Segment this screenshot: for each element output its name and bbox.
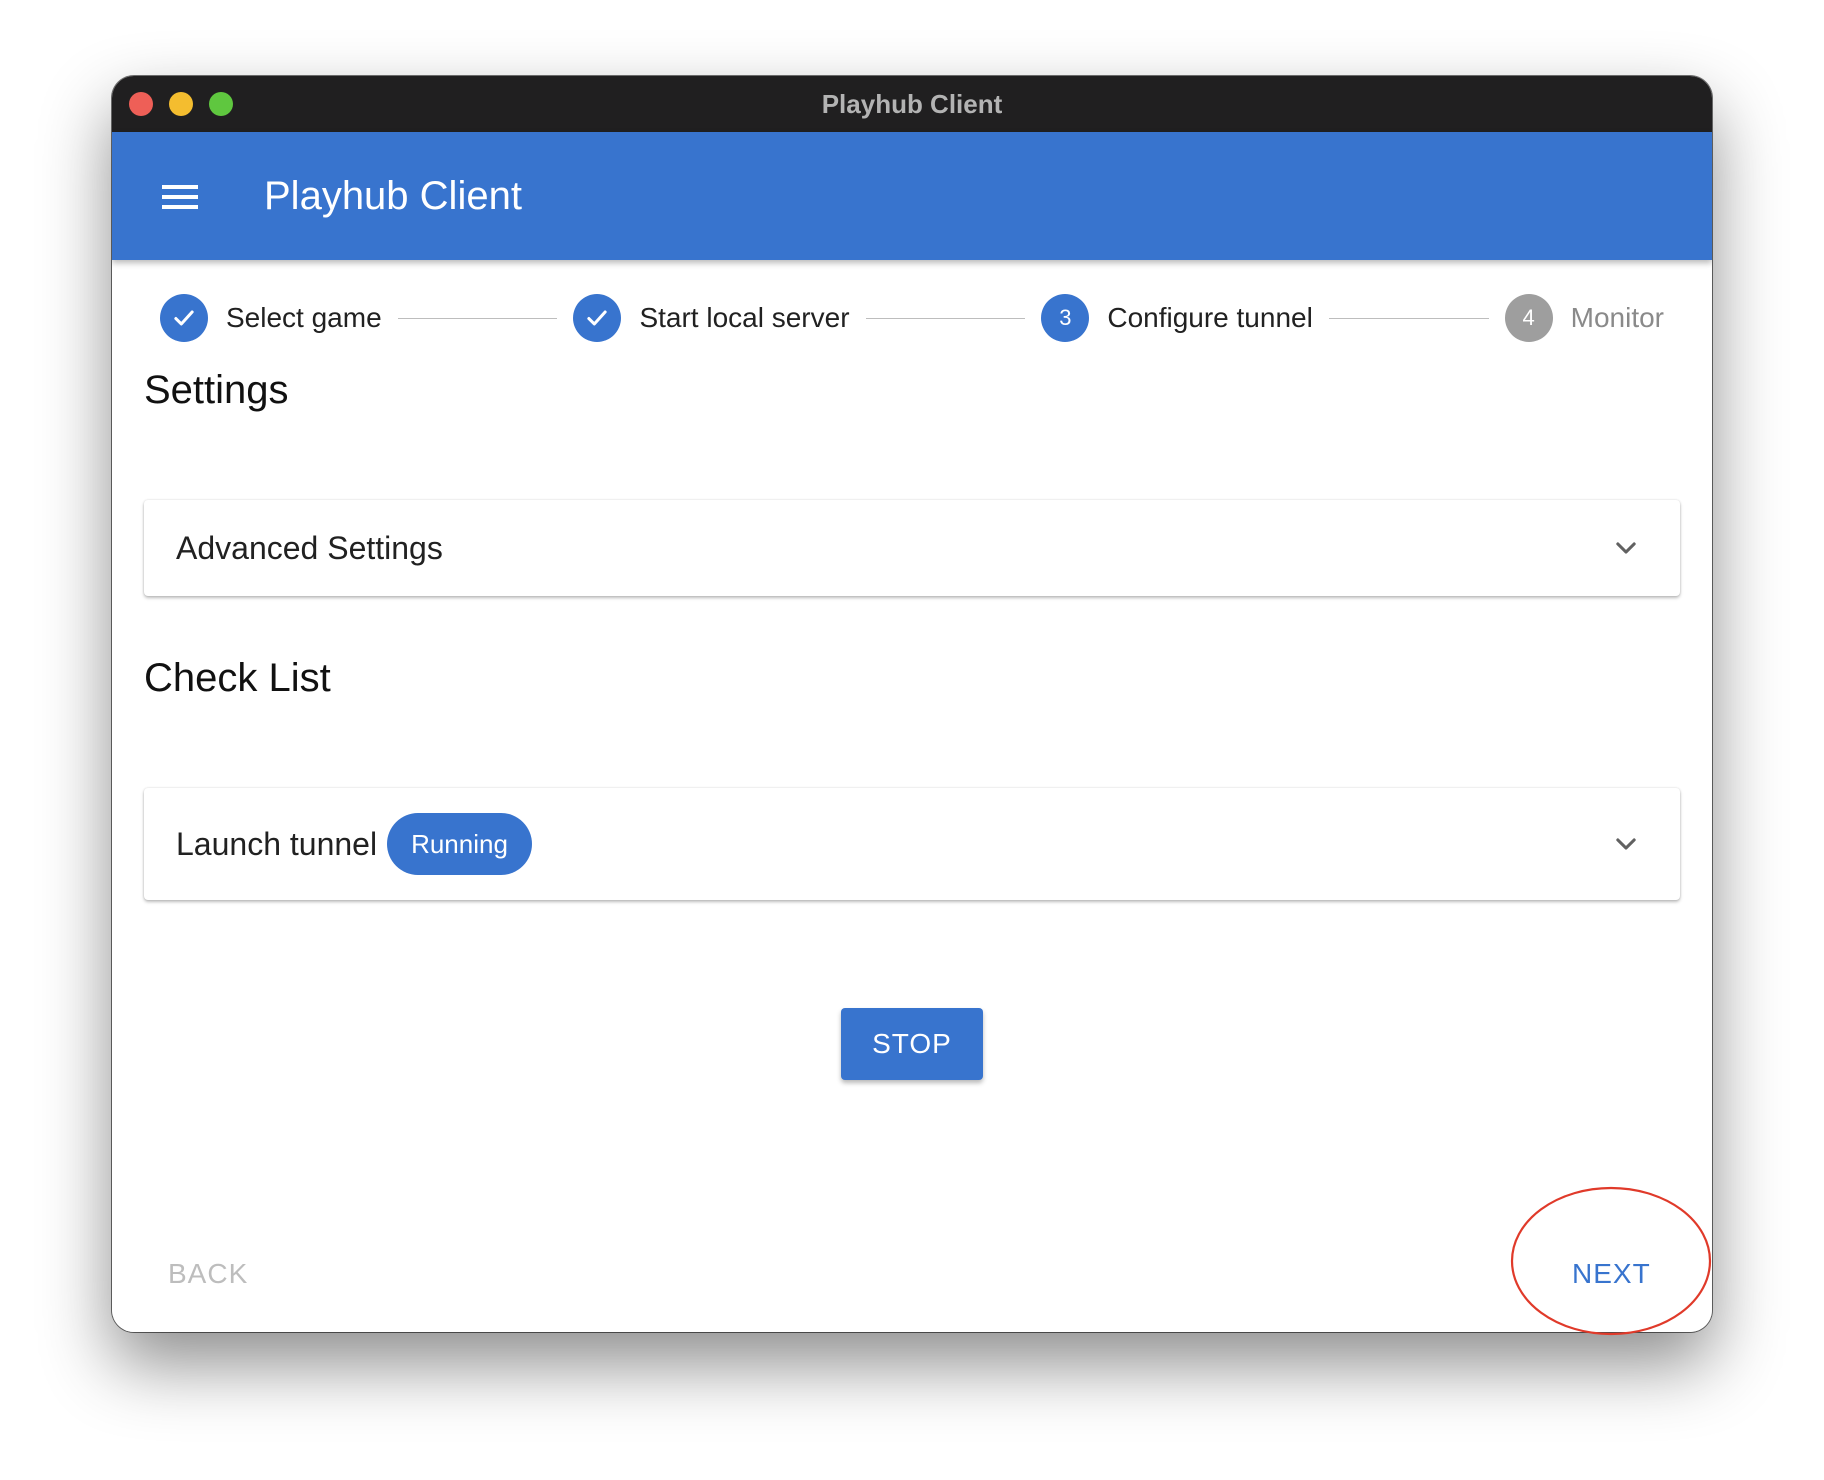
launch-tunnel-panel[interactable]: Launch tunnel Running	[144, 788, 1680, 900]
step-label: Select game	[226, 302, 382, 333]
check-icon	[573, 294, 622, 342]
step-configure-tunnel[interactable]: 3 Configure tunnel	[1041, 294, 1328, 342]
launch-tunnel-label: Launch tunnel	[176, 825, 378, 862]
advanced-settings-label: Advanced Settings	[176, 529, 443, 566]
check-icon	[160, 294, 208, 342]
stepper: Select game Start local server 3 Configu…	[160, 290, 1664, 346]
window-titlebar: Playhub Client	[112, 76, 1712, 132]
step-monitor[interactable]: 4 Monitor	[1504, 294, 1665, 342]
step-label: Monitor	[1570, 302, 1665, 333]
advanced-settings-panel[interactable]: Advanced Settings	[144, 500, 1680, 596]
step-label: Configure tunnel	[1107, 302, 1313, 333]
step-number-badge: 3	[1041, 294, 1090, 342]
app-title: Playhub Client	[264, 174, 522, 218]
main-content: Select game Start local server 3 Configu…	[112, 260, 1712, 1332]
window-title: Playhub Client	[821, 89, 1003, 119]
step-connector	[865, 317, 1026, 319]
settings-heading: Settings	[144, 368, 289, 412]
app-window: Playhub Client Playhub Client Select gam…	[112, 76, 1712, 1332]
status-badge: Running	[387, 813, 532, 875]
chevron-down-icon[interactable]	[1612, 534, 1640, 562]
hamburger-menu-icon[interactable]	[152, 168, 208, 224]
stop-button[interactable]: STOP	[841, 1008, 983, 1080]
step-select-game[interactable]: Select game	[160, 294, 398, 342]
step-label: Start local server	[639, 302, 850, 333]
checklist-heading: Check List	[144, 656, 331, 700]
step-connector	[1328, 317, 1489, 319]
next-button[interactable]: NEXT	[1572, 1246, 1651, 1302]
step-connector	[397, 317, 558, 319]
step-start-local-server[interactable]: Start local server	[573, 294, 865, 342]
app-bar: Playhub Client	[112, 132, 1712, 260]
step-number-badge: 4	[1504, 294, 1553, 342]
back-button: BACK	[168, 1258, 249, 1289]
chevron-down-icon[interactable]	[1612, 830, 1640, 858]
